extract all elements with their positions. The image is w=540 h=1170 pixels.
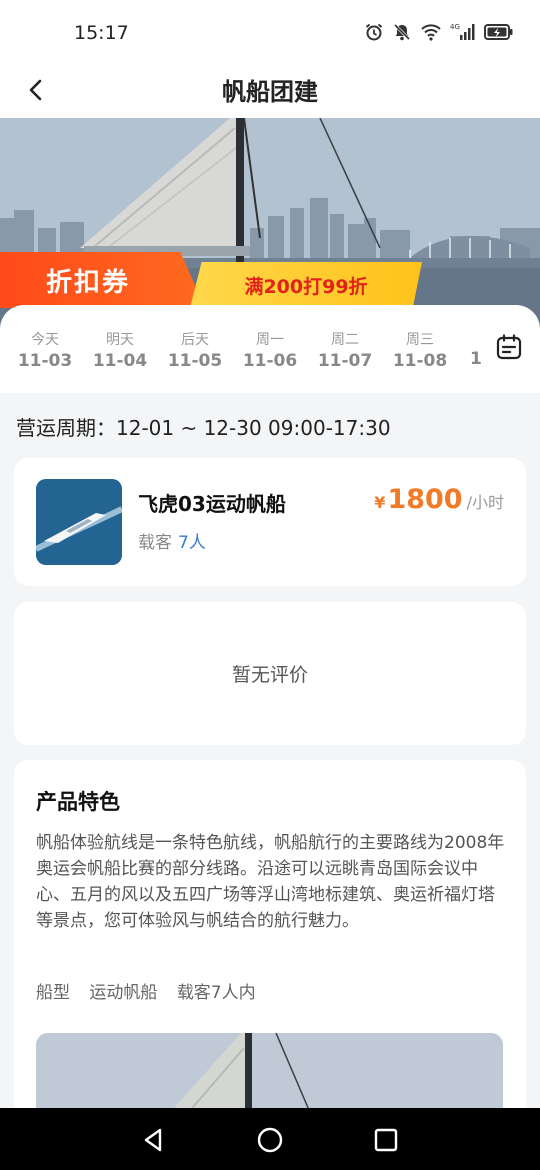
calendar-icon (496, 334, 522, 360)
price-unit: /小时 (466, 493, 504, 512)
price: ¥ 1800 /小时 (374, 484, 504, 515)
product-features-section: 产品特色 帆船体验航线是一条特色航线，帆船航行的主要路线为2008年奥运会帆船比… (14, 760, 526, 1160)
yacht-photo (36, 479, 122, 565)
coupon-tag: 折扣券 (0, 252, 205, 308)
date-value: 11-07 (317, 351, 373, 371)
alarm-icon (365, 23, 383, 41)
date-option-3[interactable]: 周一 11-06 (235, 329, 305, 371)
date-value: 11-04 (92, 351, 148, 371)
date-day-label: 今天 (31, 332, 59, 348)
svg-text:4G: 4G (450, 23, 460, 31)
calendar-button[interactable] (495, 333, 523, 361)
operation-period: 营运周期：12-01 ~ 12-30 09:00-17:30 (16, 416, 391, 440)
date-day-label: 周三 (406, 332, 434, 348)
status-bar: 15:17 4G (0, 0, 540, 62)
date-value: 11-06 (242, 351, 298, 371)
capacity-value: 7人 (178, 533, 206, 553)
status-time: 15:17 (74, 22, 129, 44)
date-option-overflow[interactable]: 1 (470, 349, 482, 369)
date-day-label: 周二 (331, 332, 359, 348)
boat-type-value: 运动帆船 (89, 983, 158, 1003)
coupon-label: 折扣券 (46, 267, 131, 298)
system-navigation-bar (0, 1108, 540, 1170)
date-selector: 今天 11-03 明天 11-04 后天 11-05 周一 11-06 周二 1… (0, 305, 540, 393)
capacity-text: 载客7人内 (176, 983, 256, 1003)
date-value: 11-03 (17, 351, 73, 371)
back-triangle-icon[interactable] (140, 1126, 168, 1154)
date-option-1[interactable]: 明天 11-04 (85, 329, 155, 371)
date-value: 11-08 (392, 351, 448, 371)
date-option-4[interactable]: 周二 11-07 (310, 329, 380, 371)
boat-thumbnail (36, 479, 122, 565)
no-reviews-text: 暂无评价 (231, 664, 308, 686)
date-day-label: 明天 (106, 332, 134, 348)
product-name: 飞虎03运动帆船 (138, 492, 286, 516)
header-bar: 帆船团建 (0, 62, 540, 118)
feature-meta: 船型 运动帆船 载客7人内 (36, 978, 270, 1003)
mute-icon (393, 23, 411, 41)
date-value: 11-05 (167, 351, 223, 371)
date-day-label: 后天 (181, 332, 209, 348)
page-title: 帆船团建 (222, 78, 318, 106)
coupon-offer-banner[interactable]: 满200打99折 (190, 262, 422, 308)
wifi-icon (421, 24, 441, 41)
product-card[interactable]: 飞虎03运动帆船 载客 7人 ¥ 1800 /小时 (14, 458, 526, 586)
signal-4g-icon: 4G (450, 23, 475, 40)
capacity-label: 载客 (138, 533, 172, 553)
battery-charging-icon (484, 24, 513, 40)
date-option-2[interactable]: 后天 11-05 (160, 329, 230, 371)
home-circle-icon[interactable] (256, 1126, 284, 1154)
status-icons: 4G (364, 22, 514, 42)
coupon-offer-text: 满200打99折 (244, 275, 368, 298)
boat-type-label: 船型 (36, 983, 70, 1003)
date-option-0[interactable]: 今天 11-03 (10, 329, 80, 371)
reviews-section: 暂无评价 (14, 602, 526, 745)
feature-description: 帆船体验航线是一条特色航线，帆船航行的主要路线为2008年奥运会帆船比赛的部分线… (36, 833, 505, 931)
date-day-label: 周一 (256, 332, 284, 348)
price-amount: 1800 (387, 484, 463, 515)
date-option-5[interactable]: 周三 11-08 (385, 329, 455, 371)
price-currency: ¥ (374, 493, 386, 512)
section-title: 产品特色 (36, 790, 120, 814)
capacity-info: 载客 7人 (138, 528, 206, 553)
recents-square-icon[interactable] (372, 1126, 400, 1154)
